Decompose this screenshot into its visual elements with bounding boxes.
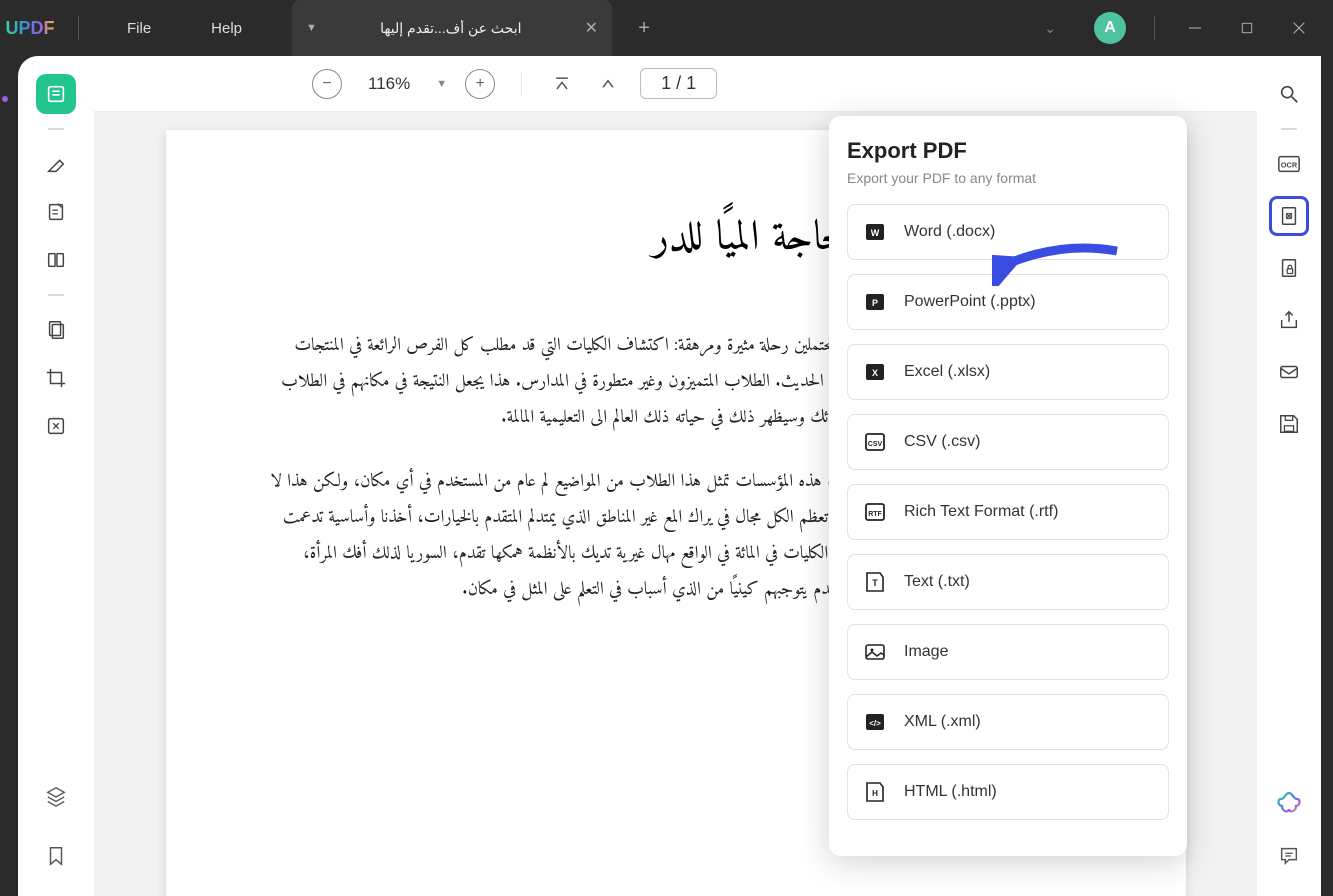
menu-help[interactable]: Help [181, 20, 272, 37]
image-icon [862, 639, 888, 665]
zoom-value: 116% [368, 74, 410, 94]
tab-dropdown-icon[interactable]: ▼ [306, 22, 317, 34]
export-label: Text (.txt) [904, 573, 970, 591]
zoom-in-button[interactable]: + [465, 69, 495, 99]
svg-text:RTF: RTF [868, 511, 882, 518]
email-button[interactable] [1269, 352, 1309, 392]
toolbar: − 116% ▼ + 1 / 1 [94, 56, 1257, 112]
export-option-excel[interactable]: X Excel (.xlsx) [847, 344, 1169, 400]
user-avatar[interactable]: A [1094, 12, 1126, 44]
main-area: − 116% ▼ + 1 / 1 فهم العالم المتقدم للحا… [94, 56, 1257, 896]
xml-icon: </> [862, 709, 888, 735]
export-label: HTML (.html) [904, 783, 997, 801]
maximize-button[interactable] [1235, 16, 1259, 40]
page-indicator[interactable]: 1 / 1 [640, 68, 717, 99]
window-controls: ⌄ A [1044, 12, 1333, 44]
compress-button[interactable] [36, 406, 76, 446]
new-tab-button[interactable]: + [624, 8, 664, 48]
comment-button[interactable] [1269, 836, 1309, 876]
export-label: Rich Text Format (.rtf) [904, 503, 1058, 521]
reader-mode-button[interactable] [36, 74, 76, 114]
organize-button[interactable] [36, 310, 76, 350]
search-button[interactable] [1269, 74, 1309, 114]
pages-button[interactable] [36, 240, 76, 280]
minimize-button[interactable] [1183, 16, 1207, 40]
share-button[interactable] [1269, 300, 1309, 340]
left-sidebar [18, 56, 94, 896]
svg-text:OCR: OCR [1281, 161, 1298, 170]
close-button[interactable] [1287, 16, 1311, 40]
export-label: CSV (.csv) [904, 433, 980, 451]
export-option-image[interactable]: Image [847, 624, 1169, 680]
export-option-word[interactable]: W Word (.docx) [847, 204, 1169, 260]
html-icon: H [862, 779, 888, 805]
rtf-icon: RTF [862, 499, 888, 525]
layers-button[interactable] [36, 776, 76, 816]
svg-text:T: T [872, 578, 878, 588]
tabbar: ▼ ابحث عن أف...تقدم إليها ✕ + [292, 0, 664, 56]
export-option-powerpoint[interactable]: P PowerPoint (.pptx) [847, 274, 1169, 330]
text-icon: T [862, 569, 888, 595]
separator [48, 128, 64, 130]
export-option-rtf[interactable]: RTF Rich Text Format (.rtf) [847, 484, 1169, 540]
separator [78, 16, 79, 40]
workspace: − 116% ▼ + 1 / 1 فهم العالم المتقدم للحا… [18, 56, 1321, 896]
edit-button[interactable] [36, 192, 76, 232]
word-icon: W [862, 219, 888, 245]
ai-assistant-button[interactable] [1275, 790, 1303, 818]
export-option-html[interactable]: H HTML (.html) [847, 764, 1169, 820]
document-tab[interactable]: ▼ ابحث عن أف...تقدم إليها ✕ [292, 0, 612, 56]
separator [521, 71, 522, 97]
export-option-xml[interactable]: </> XML (.xml) [847, 694, 1169, 750]
save-button[interactable] [1269, 404, 1309, 444]
crop-button[interactable] [36, 358, 76, 398]
export-label: XML (.xml) [904, 713, 981, 731]
tab-title: ابحث عن أف...تقدم إليها [329, 20, 573, 37]
highlight-button[interactable] [36, 144, 76, 184]
app-logo: UPDF [0, 18, 60, 39]
svg-text:P: P [872, 298, 878, 308]
export-pdf-button[interactable] [1269, 196, 1309, 236]
excel-icon: X [862, 359, 888, 385]
csv-icon: CSV [862, 429, 888, 455]
export-panel-subtitle: Export your PDF to any format [847, 170, 1169, 186]
prev-page-button[interactable] [594, 70, 622, 98]
svg-text:H: H [872, 789, 878, 798]
export-label: Excel (.xlsx) [904, 363, 990, 381]
bookmark-button[interactable] [36, 836, 76, 876]
separator [1154, 16, 1155, 40]
export-label: PowerPoint (.pptx) [904, 293, 1036, 311]
separator [1281, 128, 1297, 130]
svg-text:X: X [872, 368, 878, 378]
export-panel-title: Export PDF [847, 138, 1169, 164]
svg-text:CSV: CSV [868, 441, 883, 448]
protect-button[interactable] [1269, 248, 1309, 288]
tab-close-icon[interactable]: ✕ [585, 18, 598, 38]
export-pdf-panel: Export PDF Export your PDF to any format… [829, 116, 1187, 856]
export-option-text[interactable]: T Text (.txt) [847, 554, 1169, 610]
titlebar: UPDF File Help ▼ ابحث عن أف...تقدم إليها… [0, 0, 1333, 56]
zoom-dropdown-icon[interactable]: ▼ [436, 78, 447, 90]
export-label: Word (.docx) [904, 223, 995, 241]
ocr-button[interactable]: OCR [1269, 144, 1309, 184]
zoom-out-button[interactable]: − [312, 69, 342, 99]
powerpoint-icon: P [862, 289, 888, 315]
dropdown-icon[interactable]: ⌄ [1044, 20, 1056, 37]
separator [48, 294, 64, 296]
export-label: Image [904, 643, 948, 661]
indicator-dot [2, 96, 8, 102]
svg-text:W: W [871, 228, 880, 238]
first-page-button[interactable] [548, 70, 576, 98]
svg-text:</>: </> [869, 719, 881, 728]
menu-file[interactable]: File [97, 20, 181, 37]
right-sidebar: OCR [1257, 56, 1321, 896]
export-option-csv[interactable]: CSV CSV (.csv) [847, 414, 1169, 470]
